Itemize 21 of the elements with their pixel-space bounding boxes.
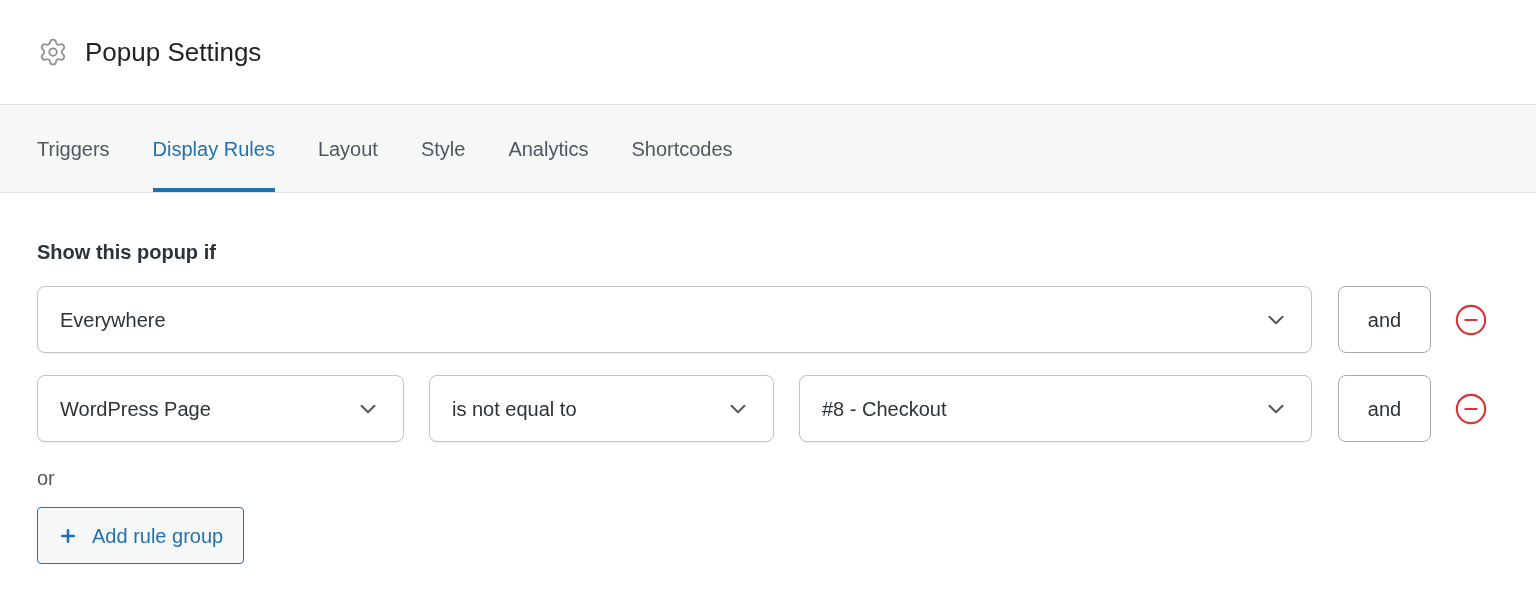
and-button[interactable]: and [1338, 375, 1431, 442]
minus-circle-icon [1454, 391, 1488, 426]
or-label: or [37, 466, 55, 491]
rules-heading: Show this popup if [37, 240, 216, 265]
dropdown-field[interactable]: Everywhere [37, 286, 1312, 353]
tab[interactable]: Style [420, 105, 466, 192]
tab[interactable]: Shortcodes [631, 105, 733, 192]
dropdown-field[interactable]: WordPress Page [37, 375, 404, 442]
tab[interactable]: Display Rules [152, 105, 275, 192]
dropdown-field[interactable]: is not equal to [429, 375, 774, 442]
add-rule-group-button[interactable]: Add rule group [37, 507, 245, 564]
and-button[interactable]: and [1338, 286, 1431, 353]
remove-condition-button[interactable] [1454, 302, 1488, 337]
settings-icon [38, 37, 68, 67]
tab[interactable]: Analytics [508, 105, 589, 192]
tab[interactable]: Triggers [37, 105, 110, 192]
page-title: Popup Settings [85, 39, 262, 65]
dropdown-field[interactable]: #8 - Checkout [799, 375, 1312, 442]
tab[interactable]: Layout [317, 105, 378, 192]
remove-condition-button[interactable] [1454, 391, 1488, 426]
minus-circle-icon [1454, 302, 1488, 337]
